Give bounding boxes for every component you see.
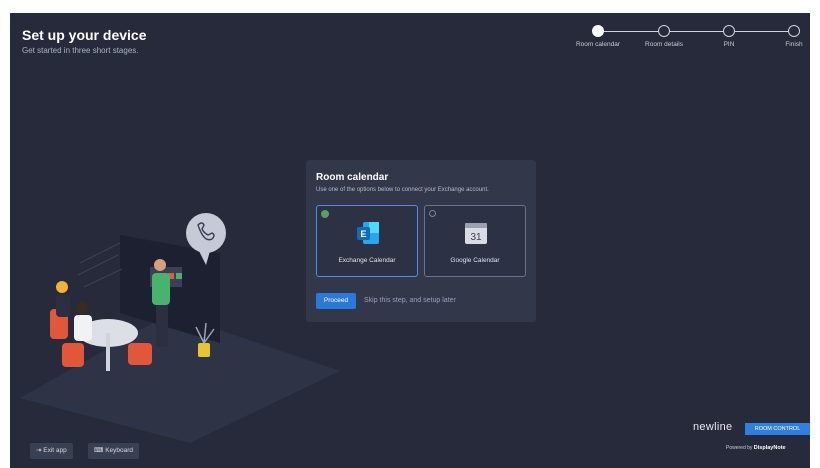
exchange-calendar-option[interactable]: E Exchange Calendar	[316, 205, 418, 277]
page-subtitle: Get started in three short stages.	[22, 46, 139, 55]
google-calendar-option[interactable]: 31 Google Calendar	[424, 205, 526, 277]
exit-app-label: Exit app	[43, 447, 67, 454]
radio-indicator	[429, 210, 436, 217]
proceed-button[interactable]: Proceed	[316, 293, 356, 309]
newline-logo: newline	[693, 421, 733, 433]
step-4-indicator	[788, 25, 800, 37]
exchange-icon: E	[357, 222, 379, 244]
step-3-indicator	[723, 25, 735, 37]
page-title: Set up your device	[22, 27, 147, 43]
exchange-calendar-label: Exchange Calendar	[338, 257, 396, 264]
svg-text:31: 31	[470, 232, 482, 243]
room-calendar-card: Room calendar Use one of the options bel…	[306, 160, 536, 322]
keyboard-label: Keyboard	[105, 447, 134, 454]
stepper-line	[598, 31, 794, 32]
keyboard-button[interactable]: ⌨ Keyboard	[88, 443, 140, 459]
skip-link[interactable]: Skip this step, and setup later	[364, 297, 456, 304]
keyboard-icon: ⌨	[94, 447, 106, 454]
svg-text:E: E	[360, 229, 366, 239]
selected-check-icon	[321, 210, 329, 218]
step-label-finish: Finish	[785, 41, 803, 48]
step-2-indicator	[658, 25, 670, 37]
step-1-indicator	[592, 25, 604, 37]
chair	[62, 343, 84, 367]
card-title: Room calendar	[316, 172, 389, 183]
step-label-room-details: Room details	[645, 41, 683, 48]
powered-by: Powered by DisplayNote	[726, 445, 786, 451]
person	[56, 295, 70, 317]
progress-stepper: Room calendar Room details PIN Finish	[568, 21, 803, 61]
displaynote-logo: DisplayNote	[753, 445, 786, 451]
powered-by-prefix: Powered by	[726, 445, 753, 451]
exit-app-button[interactable]: ⇥ Exit app	[30, 443, 73, 459]
step-label-room-calendar: Room calendar	[575, 41, 621, 48]
google-calendar-label: Google Calendar	[450, 257, 500, 264]
step-label-pin: PIN	[723, 41, 735, 48]
card-description: Use one of the options below to connect …	[316, 187, 489, 193]
setup-screen: Set up your device Get started in three …	[10, 13, 810, 468]
chair	[128, 343, 152, 365]
plant-pot	[198, 343, 210, 357]
google-calendar-icon: 31	[465, 223, 487, 244]
person	[152, 273, 170, 305]
person	[74, 315, 92, 341]
room-control-tag: ROOM CONTROL	[745, 423, 810, 435]
